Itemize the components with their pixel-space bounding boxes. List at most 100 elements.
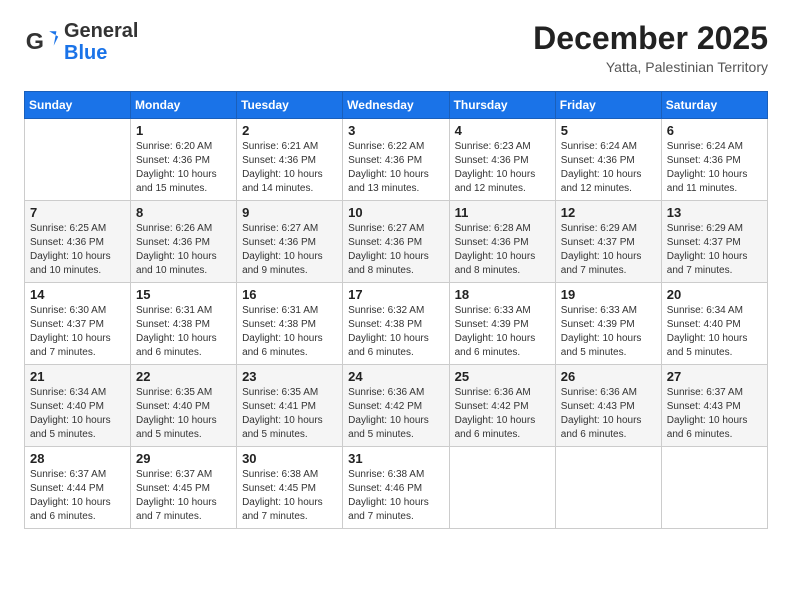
day-number: 23 [242, 369, 337, 384]
calendar-cell: 6Sunrise: 6:24 AM Sunset: 4:36 PM Daylig… [661, 119, 767, 201]
day-number: 5 [561, 123, 656, 138]
day-number: 28 [30, 451, 125, 466]
calendar-cell [449, 447, 555, 529]
calendar-cell: 26 Sunrise: 6:36 AM Sunset: 4:43 PM Dayli… [555, 365, 661, 447]
day-info: Sunrise: 6:23 AM Sunset: 4:36 PM Dayligh… [455, 140, 550, 196]
day-info: Sunrise: 6:21 AM Sunset: 4:36 PM Dayligh… [242, 140, 337, 196]
day-info: Sunrise: 6:31 AM Sunset: 4:38 PM Dayligh… [136, 304, 231, 360]
page-header: G General Blue December 2025 Yatta, Pale… [24, 20, 768, 75]
logo-blue: Blue [64, 42, 138, 64]
day-number: 1 [136, 123, 231, 138]
day-info: Sunrise: 6:25 AM Sunset: 4:36 PM Dayligh… [30, 222, 125, 278]
calendar-week-3: 14 Sunrise: 6:30 AM Sunset: 4:37 PM Dayli… [25, 283, 768, 365]
day-number: 25 [455, 369, 550, 384]
day-number: 17 [348, 287, 443, 302]
day-info: Sunrise: 6:27 AM Sunset: 4:36 PM Dayligh… [242, 222, 337, 278]
calendar-cell [25, 119, 131, 201]
day-info: Sunrise: 6:33 AM Sunset: 4:39 PM Dayligh… [561, 304, 656, 360]
day-info: Sunrise: 6:29 AM Sunset: 4:37 PM Dayligh… [667, 222, 762, 278]
calendar-cell: 2 Sunrise: 6:21 AM Sunset: 4:36 PM Daylig… [237, 119, 343, 201]
header-monday: Monday [131, 92, 237, 119]
day-number: 31 [348, 451, 443, 466]
day-info: Sunrise: 6:30 AM Sunset: 4:37 PM Dayligh… [30, 304, 125, 360]
day-info: Sunrise: 6:35 AM Sunset: 4:40 PM Dayligh… [136, 386, 231, 442]
day-number: 22 [136, 369, 231, 384]
day-info: Sunrise: 6:20 AM Sunset: 4:36 PM Dayligh… [136, 140, 231, 196]
header-saturday: Saturday [661, 92, 767, 119]
day-number: 24 [348, 369, 443, 384]
day-info: Sunrise: 6:34 AM Sunset: 4:40 PM Dayligh… [30, 386, 125, 442]
calendar-cell: 12Sunrise: 6:29 AM Sunset: 4:37 PM Dayli… [555, 201, 661, 283]
calendar-cell [555, 447, 661, 529]
day-number: 11 [455, 205, 550, 220]
calendar-week-5: 28 Sunrise: 6:37 AM Sunset: 4:44 PM Dayli… [25, 447, 768, 529]
calendar-cell: 29 Sunrise: 6:37 AM Sunset: 4:45 PM Dayli… [131, 447, 237, 529]
day-info: Sunrise: 6:33 AM Sunset: 4:39 PM Dayligh… [455, 304, 550, 360]
day-info: Sunrise: 6:36 AM Sunset: 4:43 PM Dayligh… [561, 386, 656, 442]
location: Yatta, Palestinian Territory [533, 59, 768, 75]
header-thursday: Thursday [449, 92, 555, 119]
calendar-cell: 11 Sunrise: 6:28 AM Sunset: 4:36 PM Dayli… [449, 201, 555, 283]
calendar-cell: 9 Sunrise: 6:27 AM Sunset: 4:36 PM Daylig… [237, 201, 343, 283]
day-number: 14 [30, 287, 125, 302]
calendar-cell [661, 447, 767, 529]
calendar-cell: 16Sunrise: 6:31 AM Sunset: 4:38 PM Dayli… [237, 283, 343, 365]
day-info: Sunrise: 6:36 AM Sunset: 4:42 PM Dayligh… [455, 386, 550, 442]
calendar-week-4: 21 Sunrise: 6:34 AM Sunset: 4:40 PM Dayli… [25, 365, 768, 447]
calendar-cell: 14 Sunrise: 6:30 AM Sunset: 4:37 PM Dayli… [25, 283, 131, 365]
day-number: 7 [30, 205, 125, 220]
calendar-cell: 3Sunrise: 6:22 AM Sunset: 4:36 PM Daylig… [343, 119, 449, 201]
calendar-table: SundayMondayTuesdayWednesdayThursdayFrid… [24, 91, 768, 529]
day-info: Sunrise: 6:28 AM Sunset: 4:36 PM Dayligh… [455, 222, 550, 278]
day-number: 26 [561, 369, 656, 384]
logo-general: General [64, 20, 138, 42]
day-info: Sunrise: 6:24 AM Sunset: 4:36 PM Dayligh… [561, 140, 656, 196]
calendar-cell: 23Sunrise: 6:35 AM Sunset: 4:41 PM Dayli… [237, 365, 343, 447]
day-info: Sunrise: 6:29 AM Sunset: 4:37 PM Dayligh… [561, 222, 656, 278]
calendar-cell: 28 Sunrise: 6:37 AM Sunset: 4:44 PM Dayli… [25, 447, 131, 529]
day-number: 21 [30, 369, 125, 384]
calendar-cell: 27Sunrise: 6:37 AM Sunset: 4:43 PM Dayli… [661, 365, 767, 447]
calendar-cell: 8Sunrise: 6:26 AM Sunset: 4:36 PM Daylig… [131, 201, 237, 283]
calendar-header-row: SundayMondayTuesdayWednesdayThursdayFrid… [25, 92, 768, 119]
calendar-cell: 31Sunrise: 6:38 AM Sunset: 4:46 PM Dayli… [343, 447, 449, 529]
day-info: Sunrise: 6:36 AM Sunset: 4:42 PM Dayligh… [348, 386, 443, 442]
day-number: 20 [667, 287, 762, 302]
calendar-cell: 4 Sunrise: 6:23 AM Sunset: 4:36 PM Daylig… [449, 119, 555, 201]
calendar-cell: 30Sunrise: 6:38 AM Sunset: 4:45 PM Dayli… [237, 447, 343, 529]
calendar-cell: 17 Sunrise: 6:32 AM Sunset: 4:38 PM Dayli… [343, 283, 449, 365]
header-friday: Friday [555, 92, 661, 119]
header-wednesday: Wednesday [343, 92, 449, 119]
calendar-cell: 18 Sunrise: 6:33 AM Sunset: 4:39 PM Dayli… [449, 283, 555, 365]
day-number: 2 [242, 123, 337, 138]
calendar-week-2: 7 Sunrise: 6:25 AM Sunset: 4:36 PM Daylig… [25, 201, 768, 283]
calendar-cell: 15Sunrise: 6:31 AM Sunset: 4:38 PM Dayli… [131, 283, 237, 365]
day-number: 8 [136, 205, 231, 220]
day-number: 10 [348, 205, 443, 220]
day-number: 4 [455, 123, 550, 138]
calendar-cell: 5 Sunrise: 6:24 AM Sunset: 4:36 PM Daylig… [555, 119, 661, 201]
logo-icon: G [24, 24, 60, 60]
day-number: 29 [136, 451, 231, 466]
day-info: Sunrise: 6:31 AM Sunset: 4:38 PM Dayligh… [242, 304, 337, 360]
calendar-cell: 21 Sunrise: 6:34 AM Sunset: 4:40 PM Dayli… [25, 365, 131, 447]
calendar-cell: 25 Sunrise: 6:36 AM Sunset: 4:42 PM Dayli… [449, 365, 555, 447]
day-info: Sunrise: 6:34 AM Sunset: 4:40 PM Dayligh… [667, 304, 762, 360]
day-info: Sunrise: 6:32 AM Sunset: 4:38 PM Dayligh… [348, 304, 443, 360]
logo: G General Blue [24, 20, 138, 64]
day-number: 18 [455, 287, 550, 302]
day-info: Sunrise: 6:37 AM Sunset: 4:45 PM Dayligh… [136, 468, 231, 524]
calendar-cell: 24 Sunrise: 6:36 AM Sunset: 4:42 PM Dayli… [343, 365, 449, 447]
day-number: 19 [561, 287, 656, 302]
day-number: 9 [242, 205, 337, 220]
calendar-cell: 1 Sunrise: 6:20 AM Sunset: 4:36 PM Daylig… [131, 119, 237, 201]
day-number: 3 [348, 123, 443, 138]
month-title: December 2025 [533, 20, 768, 57]
calendar-cell: 13Sunrise: 6:29 AM Sunset: 4:37 PM Dayli… [661, 201, 767, 283]
day-info: Sunrise: 6:37 AM Sunset: 4:44 PM Dayligh… [30, 468, 125, 524]
day-info: Sunrise: 6:37 AM Sunset: 4:43 PM Dayligh… [667, 386, 762, 442]
day-info: Sunrise: 6:24 AM Sunset: 4:36 PM Dayligh… [667, 140, 762, 196]
day-info: Sunrise: 6:38 AM Sunset: 4:45 PM Dayligh… [242, 468, 337, 524]
calendar-cell: 19 Sunrise: 6:33 AM Sunset: 4:39 PM Dayli… [555, 283, 661, 365]
calendar-cell: 22 Sunrise: 6:35 AM Sunset: 4:40 PM Dayli… [131, 365, 237, 447]
